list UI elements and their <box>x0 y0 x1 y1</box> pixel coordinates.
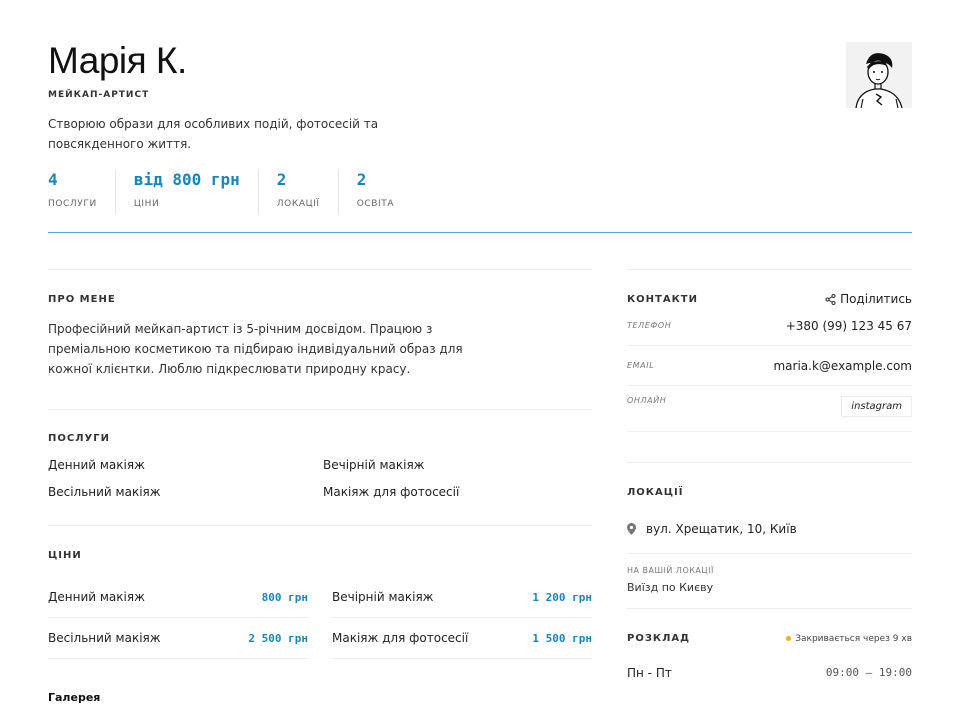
map-pin-icon <box>627 522 636 535</box>
stat-label: ОСВІТА <box>356 199 395 209</box>
stat-value: 2 <box>276 170 287 189</box>
avatar <box>846 42 912 108</box>
contact-phone-row: ТЕЛЕФОН +380 (99) 123 45 67 <box>627 306 912 346</box>
schedule-section: РОЗКЛАД Закривається через 9 хв Пн - Пт … <box>627 608 912 680</box>
stat-label: ЛОКАЦІЇ <box>276 199 320 209</box>
schedule-title: РОЗКЛАД <box>627 633 691 644</box>
closing-status: Закривається через 9 хв <box>786 634 912 644</box>
locations-title: ЛОКАЦІЇ <box>627 487 684 498</box>
location-address: вул. Хрещатик, 10, Київ <box>646 521 797 536</box>
profile-name: Марія К. <box>48 40 187 81</box>
stat-value: 2 <box>356 170 367 189</box>
price-name: Макіяж для фотосесії <box>332 631 469 645</box>
stat-label: ЦІНИ <box>133 199 160 209</box>
about-section: ПРО МЕНЕ Професійний мейкап-артист із 5-… <box>48 269 592 409</box>
price-name: Денний макіяж <box>48 590 145 604</box>
price-value: 1 200 грн <box>532 590 592 604</box>
phone-link[interactable]: +380 (99) 123 45 67 <box>786 319 912 333</box>
stat-value: від 800 грн <box>133 170 240 189</box>
email-label: EMAIL <box>627 361 655 370</box>
prices-list: Денний макіяж 800 грн Вечірній макіяж 1 … <box>48 577 592 659</box>
stat-label: ПОСЛУГИ <box>48 199 97 209</box>
services-section: ПОСЛУГИ Денний макіяж Вечірній макіяж Ве… <box>48 409 592 525</box>
stats-row: 4 ПОСЛУГИ від 800 грн ЦІНИ 2 ЛОКАЦІЇ 2 О… <box>48 170 412 214</box>
stat-services: 4 ПОСЛУГИ <box>48 170 115 214</box>
share-button[interactable]: Поділитись <box>825 292 912 306</box>
services-title: ПОСЛУГИ <box>48 433 110 444</box>
price-row: Весільний макіяж 2 500 грн <box>48 618 308 659</box>
stat-prices: від 800 грн ЦІНИ <box>114 170 258 214</box>
prices-title: ЦІНИ <box>48 550 82 561</box>
service-item: Весільний макіяж <box>48 485 161 499</box>
status-dot-icon <box>786 636 792 641</box>
main-column: ПРО МЕНЕ Професійний мейкап-артист із 5-… <box>48 269 592 704</box>
sidebar: КОНТАКТИ Поділитись ТЕЛЕФОН +380 (99) 12… <box>627 269 912 680</box>
service-item: Макіяж для фотосесії <box>323 485 460 499</box>
stat-education: 2 ОСВІТА <box>337 170 412 214</box>
schedule-days: Пн - Пт <box>627 666 672 680</box>
your-location-text: Виїзд по Києву <box>627 581 714 594</box>
share-label: Поділитись <box>840 292 912 306</box>
service-item: Денний макіяж <box>48 458 145 472</box>
price-name: Весільний макіяж <box>48 631 161 645</box>
contact-online-row: ОНЛАЙН instagram <box>627 386 912 432</box>
instagram-link[interactable]: instagram <box>841 396 912 417</box>
stat-value: 4 <box>48 170 58 189</box>
schedule-row: Пн - Пт 09:00 — 19:00 <box>627 666 912 680</box>
contacts-title: КОНТАКТИ <box>627 293 698 305</box>
contacts-section: КОНТАКТИ Поділитись ТЕЛЕФОН +380 (99) 12… <box>627 269 912 432</box>
about-title: ПРО МЕНЕ <box>48 294 116 305</box>
your-location-label: НА ВАШІЙ ЛОКАЦІЇ <box>627 566 714 575</box>
profile-role: МЕЙКАП-АРТИСТ <box>48 90 150 100</box>
profile-bio: Створюю образи для особливих подій, фото… <box>48 117 379 151</box>
prices-section: ЦІНИ Денний макіяж 800 грн Вечірній макі… <box>48 525 592 659</box>
service-item: Вечірній макіяж <box>323 458 425 472</box>
about-text: Професійний мейкап-артист із 5-річним до… <box>48 322 463 376</box>
price-value: 800 грн <box>261 590 308 604</box>
schedule-hours: 09:00 — 19:00 <box>825 666 912 679</box>
price-row: Макіяж для фотосесії 1 500 грн <box>332 618 592 659</box>
share-icon <box>825 293 836 305</box>
your-location-block: НА ВАШІЙ ЛОКАЦІЇ Виїзд по Києву <box>627 554 912 608</box>
email-link[interactable]: maria.k@example.com <box>773 359 912 373</box>
hero-divider <box>48 232 912 233</box>
gallery-title: Галерея <box>48 691 101 704</box>
price-row: Вечірній макіяж 1 200 грн <box>332 577 592 618</box>
stat-locations: 2 ЛОКАЦІЇ <box>257 170 338 214</box>
locations-section: ЛОКАЦІЇ вул. Хрещатик, 10, Київ НА ВАШІЙ… <box>627 462 912 608</box>
location-address-row: вул. Хрещатик, 10, Київ <box>627 504 912 554</box>
online-label: ОНЛАЙН <box>627 396 667 405</box>
phone-label: ТЕЛЕФОН <box>627 321 672 330</box>
contact-email-row: EMAIL maria.k@example.com <box>627 346 912 386</box>
price-value: 2 500 грн <box>248 631 308 645</box>
services-list: Денний макіяж Вечірній макіяж Весільний … <box>48 458 592 499</box>
person-illustration-icon <box>846 42 912 108</box>
closing-status-text: Закривається через 9 хв <box>795 633 912 644</box>
price-value: 1 500 грн <box>532 631 592 645</box>
price-name: Вечірній макіяж <box>332 590 434 604</box>
price-row: Денний макіяж 800 грн <box>48 577 308 618</box>
